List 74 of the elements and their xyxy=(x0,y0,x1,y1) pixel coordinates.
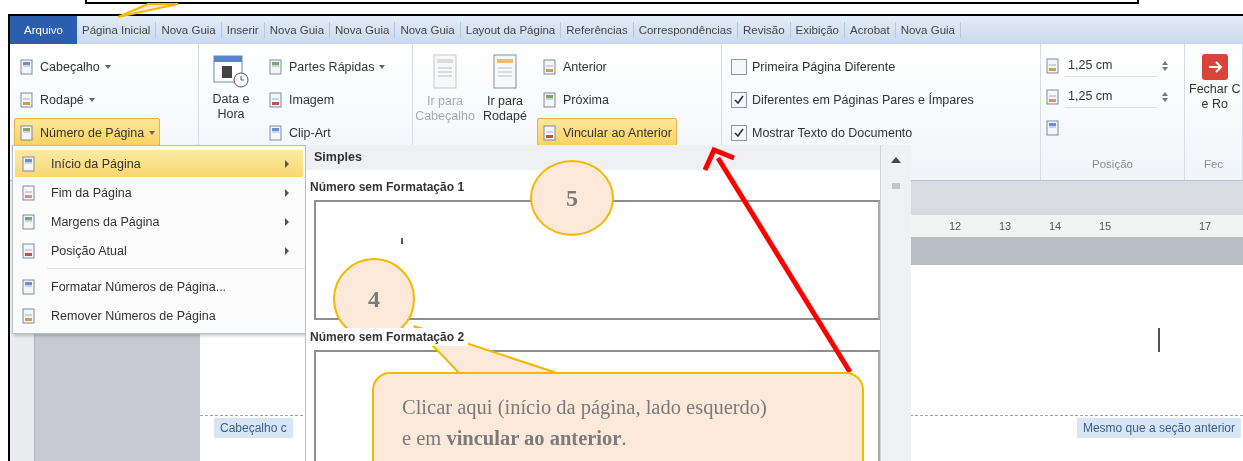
grip-icon[interactable] xyxy=(892,183,900,189)
option-checkbox[interactable]: Mostrar Texto do Documento xyxy=(726,118,979,147)
ribbon-tab[interactable]: Inserir xyxy=(221,22,265,38)
ribbon-button[interactable]: Imagem xyxy=(263,85,391,114)
group-label: Posição xyxy=(1091,158,1134,172)
ribbon-tab[interactable]: Nova Guia xyxy=(895,22,961,38)
ribbon-tab[interactable]: Acrobat xyxy=(845,22,896,38)
option-checkbox[interactable]: Diferentes em Páginas Pares e Ímpares xyxy=(726,85,979,114)
ribbon-menu-button[interactable]: Cabeçalho xyxy=(14,52,161,81)
margin-icon xyxy=(1045,88,1061,105)
go-to-button[interactable]: Ir para Rodapé xyxy=(477,52,533,124)
picture-icon xyxy=(268,58,284,75)
check-icon xyxy=(734,127,744,138)
option-checkbox[interactable]: Primeira Página Diferente xyxy=(726,52,979,81)
ribbon-tab[interactable]: Nova Guia xyxy=(156,22,222,38)
ribbon-tab[interactable]: Layout da Página xyxy=(460,22,562,38)
page-number-icon xyxy=(21,278,37,295)
menu-item[interactable]: Posição Atual xyxy=(15,237,303,264)
page-icon xyxy=(19,58,35,75)
document-icon xyxy=(431,54,459,90)
callout-pointer xyxy=(117,3,179,18)
ruler-number: 12 xyxy=(947,220,963,232)
page-icon xyxy=(19,124,35,141)
gallery-header: Simples xyxy=(306,145,880,170)
ribbon-tab[interactable]: Nova Guia xyxy=(330,22,396,38)
ribbon-button[interactable]: Vincular ao Anterior xyxy=(537,118,677,147)
page-icon xyxy=(21,155,37,172)
ruler-number: 13 xyxy=(997,220,1013,232)
ribbon-tab[interactable]: Referências xyxy=(561,22,634,38)
page-icon xyxy=(21,242,37,259)
ribbon-tab[interactable]: Exibição xyxy=(790,22,845,38)
ribbon-tab[interactable]: Nova Guia xyxy=(395,22,461,38)
close-icon xyxy=(1199,52,1230,82)
ribbon-tab[interactable]: Revisão xyxy=(738,22,791,38)
ribbon-button[interactable]: Anterior xyxy=(537,52,677,81)
page-number-icon xyxy=(21,307,37,324)
ribbon-tab[interactable]: Página Inicial xyxy=(77,22,157,38)
group-label: Fec xyxy=(1202,158,1225,172)
menu-item[interactable]: Formatar Números de Página... xyxy=(15,273,303,300)
ribbon-tab[interactable]: Nova Guia xyxy=(264,22,331,38)
ribbon-button[interactable]: Clip-Art xyxy=(263,118,391,147)
ribbon-menu-button[interactable]: Número de Página xyxy=(14,118,161,147)
date-time-button[interactable]: Data e Hora xyxy=(203,52,259,122)
calendar-clock-icon xyxy=(213,54,249,88)
menu-item[interactable]: Início da Página xyxy=(15,150,303,177)
menu-item[interactable]: Fim da Página xyxy=(15,179,303,206)
ribbon-button[interactable]: Partes Rápidas xyxy=(263,52,391,81)
spin-arrows-icon[interactable] xyxy=(1162,91,1168,102)
menu-item[interactable]: Remover Números de Página xyxy=(15,302,303,329)
picture-icon xyxy=(268,91,284,108)
check-icon xyxy=(734,94,744,105)
ribbon-button[interactable]: Próxima xyxy=(537,85,677,114)
page-icon xyxy=(21,213,37,230)
picture-icon xyxy=(268,124,284,141)
close-button[interactable]: Fechar C e Ro xyxy=(1189,52,1241,158)
text-cursor-icon xyxy=(1157,328,1161,352)
ribbon-menu-button[interactable]: Rodapé xyxy=(14,85,161,114)
spin-field[interactable]: 1,25 cm xyxy=(1065,54,1158,77)
page-icon xyxy=(21,184,37,201)
menu-item[interactable]: Margens da Página xyxy=(15,208,303,235)
scroll-up-icon[interactable] xyxy=(890,156,902,164)
ribbon-tab[interactable]: Correspondências xyxy=(633,22,738,38)
align-tab-icon xyxy=(1045,119,1061,136)
header-tag: Mesmo que a seção anterior xyxy=(1076,418,1241,438)
ruler-number: 14 xyxy=(1047,220,1063,232)
header-tag: Cabeçalho c xyxy=(214,418,293,438)
spin-arrows-icon[interactable] xyxy=(1162,60,1168,71)
ruler-number: 17 xyxy=(1197,220,1213,232)
ruler-number: 15 xyxy=(1097,220,1113,232)
page-icon xyxy=(19,91,35,108)
spin-field[interactable]: 1,25 cm xyxy=(1065,85,1158,108)
document-icon xyxy=(491,54,519,90)
margin-icon xyxy=(1045,57,1061,74)
scrollbar[interactable] xyxy=(880,145,911,461)
